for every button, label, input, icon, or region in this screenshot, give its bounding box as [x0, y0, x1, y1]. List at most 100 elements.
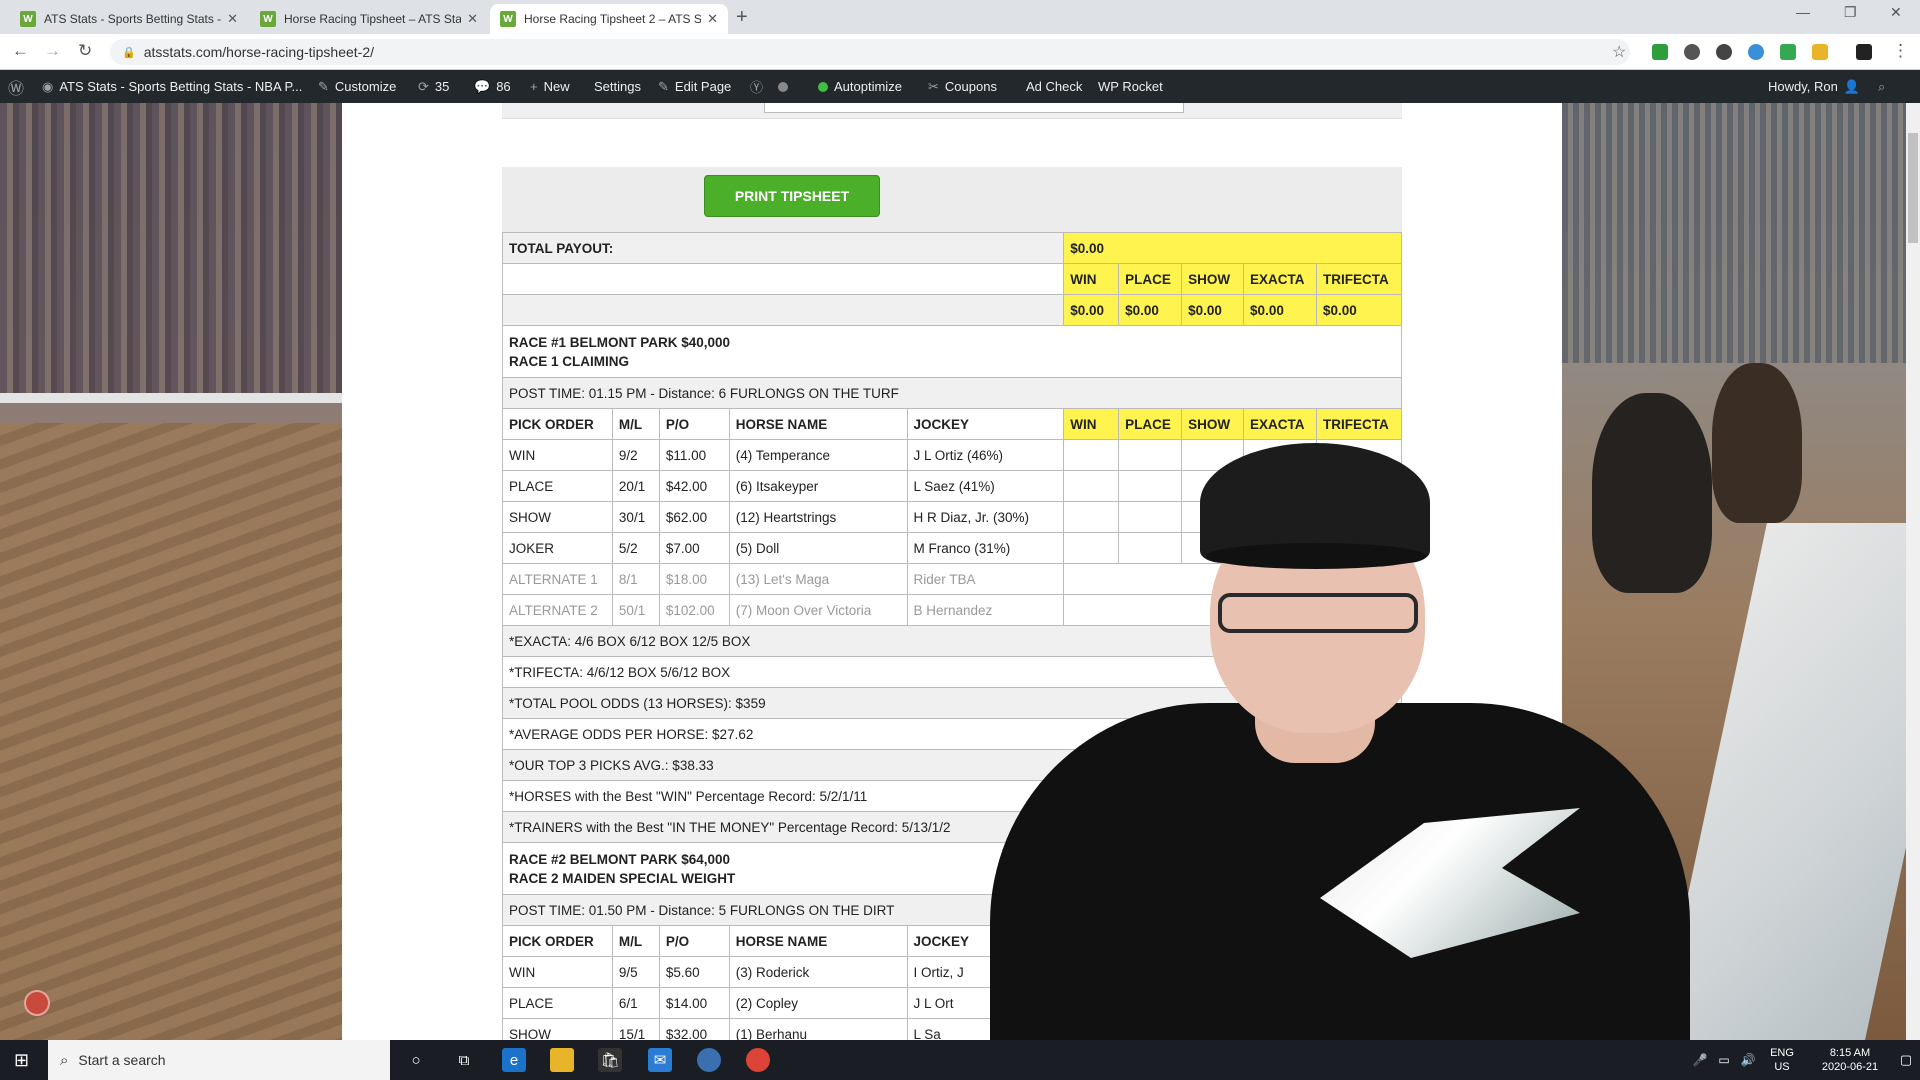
store-icon[interactable]: 🛍: [598, 1048, 622, 1072]
windows-taskbar: ⊞ ⌕ Start a search ○ ⧉ e 🛍 ✉ 🎤 ▭ 🔊 ENG U…: [0, 1040, 1920, 1080]
payout-value: $0.00: [1243, 294, 1317, 326]
start-icon[interactable]: ⊞: [14, 1040, 29, 1080]
site-favicon-icon: W: [20, 11, 36, 27]
column-header: P/O: [658, 925, 730, 957]
race-1-title-row: RACE #1 BELMONT PARK $40,000 RACE 1 CLAI…: [502, 325, 1402, 378]
extension-folder-icon[interactable]: [1812, 44, 1828, 60]
extension-headphones-icon[interactable]: [1684, 44, 1700, 60]
admin-edit-page-link[interactable]: ✎ Edit Page: [658, 70, 731, 103]
new-tab-icon[interactable]: +: [736, 6, 748, 29]
profile-avatar-icon[interactable]: [1856, 44, 1872, 60]
network-icon[interactable]: ▭: [1714, 1040, 1734, 1080]
notifications-icon[interactable]: ▢: [1896, 1040, 1916, 1080]
lock-icon: 🔒: [122, 46, 136, 59]
admin-ad-check-link[interactable]: Ad Check: [1026, 70, 1082, 103]
column-header: M/L: [611, 925, 660, 957]
back-icon[interactable]: ←: [12, 41, 29, 61]
admin-account-link[interactable]: Howdy, Ron 👤: [1768, 70, 1866, 103]
updates-icon: ⟳: [418, 78, 429, 94]
payout-header: SHOW: [1181, 263, 1245, 295]
app-icon[interactable]: [697, 1048, 721, 1072]
race-selector-field[interactable]: [764, 103, 1184, 113]
recording-indicator-icon: [24, 990, 50, 1016]
print-area: [502, 167, 1402, 232]
total-payout-row: TOTAL PAYOUT: $0.00: [501, 232, 1402, 264]
clock[interactable]: 8:15 AM 2020-06-21: [1810, 1040, 1890, 1080]
extension-badge-icon[interactable]: [1780, 44, 1796, 60]
page-viewport: PRINT TIPSHEET TOTAL PAYOUT: $0.00 WIN P…: [0, 103, 1920, 1040]
cortana-icon[interactable]: ○: [404, 1048, 428, 1072]
site-favicon-icon: W: [260, 11, 276, 27]
payout-value: $0.00: [1118, 294, 1183, 326]
payout-header: EXACTA: [1243, 263, 1317, 295]
total-payout-label: TOTAL PAYOUT:: [501, 232, 1065, 264]
payout-values-row: $0.00 $0.00 $0.00 $0.00 $0.00: [501, 294, 1403, 326]
browser-menu-icon[interactable]: ⋮: [1892, 41, 1909, 61]
close-tab-icon[interactable]: ✕: [467, 11, 478, 27]
admin-updates-link[interactable]: ⟳ 35: [418, 70, 449, 103]
admin-autoptimize-link[interactable]: Autoptimize: [818, 70, 902, 103]
tab-title: ATS Stats - Sports Betting Stats -: [44, 12, 222, 26]
payout-value: $0.00: [1181, 294, 1245, 326]
yoast-seo-icon[interactable]: Ⓨ: [750, 70, 769, 103]
column-header: P/O: [658, 408, 730, 440]
close-window-icon[interactable]: ✕: [1890, 4, 1902, 21]
wordpress-logo-icon[interactable]: Ⓦ: [8, 70, 30, 103]
payout-value: $0.00: [1063, 294, 1120, 326]
close-tab-icon[interactable]: ✕: [227, 11, 238, 27]
extension-check-icon[interactable]: [1652, 44, 1668, 60]
plus-icon: +: [530, 79, 538, 94]
restore-icon[interactable]: ❐: [1844, 4, 1857, 21]
search-icon: ⌕: [60, 1051, 69, 1069]
task-view-icon[interactable]: ⧉: [452, 1048, 476, 1072]
admin-search-icon[interactable]: ⌕: [1878, 70, 1891, 103]
address-bar[interactable]: 🔒 atsstats.com/horse-racing-tipsheet-2/: [110, 39, 1630, 65]
background-photo-left: [0, 103, 342, 1040]
comment-icon: 💬: [474, 78, 491, 94]
seo-status-dot-icon[interactable]: [778, 70, 794, 103]
admin-customize-link[interactable]: ✎ Customize: [318, 70, 396, 103]
browser-tab-2[interactable]: W Horse Racing Tipsheet – ATS Stat ✕: [250, 4, 488, 34]
volume-icon[interactable]: 🔊: [1738, 1040, 1758, 1080]
reload-icon[interactable]: ↻: [78, 41, 92, 61]
forward-icon[interactable]: →: [44, 41, 61, 61]
column-header: PICK ORDER: [502, 925, 613, 957]
minimize-icon[interactable]: —: [1796, 4, 1810, 20]
close-tab-icon[interactable]: ✕: [707, 11, 718, 27]
scrollbar-thumb[interactable]: [1908, 133, 1918, 243]
column-header: M/L: [611, 408, 660, 440]
admin-site-link[interactable]: ◉ ATS Stats - Sports Betting Stats - NBA …: [42, 70, 302, 103]
browser-tab-strip: W ATS Stats - Sports Betting Stats - ✕ W…: [0, 0, 1920, 34]
admin-coupons-link[interactable]: ✂ Coupons: [928, 70, 997, 103]
browser-tab-3[interactable]: W Horse Racing Tipsheet 2 – ATS St ✕: [490, 4, 728, 34]
browser-tab-1[interactable]: W ATS Stats - Sports Betting Stats - ✕: [10, 4, 248, 34]
admin-wp-rocket-link[interactable]: WP Rocket: [1098, 70, 1163, 103]
payout-header: TRIFECTA: [1315, 263, 1403, 295]
file-explorer-icon[interactable]: [550, 1048, 574, 1072]
column-header: HORSE NAME: [728, 408, 908, 440]
column-header: HORSE NAME: [728, 925, 908, 957]
admin-new-link[interactable]: + New: [530, 70, 570, 103]
dashboard-icon: ◉: [42, 78, 54, 94]
payout-header: WIN: [1063, 263, 1120, 295]
extension-cloud-icon[interactable]: [1748, 44, 1764, 60]
pencil-icon: ✎: [658, 78, 669, 94]
admin-settings-link[interactable]: Settings: [594, 70, 641, 103]
scissors-icon: ✂: [928, 78, 939, 94]
browser-toolbar: ← → ↻ 🔒 atsstats.com/horse-racing-tipshe…: [0, 34, 1920, 70]
bookmark-star-icon[interactable]: ☆: [1612, 42, 1626, 62]
url-text: atsstats.com/horse-racing-tipsheet-2/: [143, 44, 375, 60]
chrome-icon[interactable]: [746, 1048, 770, 1072]
brush-icon: ✎: [318, 78, 329, 94]
site-favicon-icon: W: [500, 11, 516, 27]
language-indicator[interactable]: ENG US: [1764, 1040, 1800, 1080]
mail-icon[interactable]: ✉: [648, 1048, 672, 1072]
payout-header-row: WIN PLACE SHOW EXACTA TRIFECTA: [501, 263, 1403, 295]
admin-comments-link[interactable]: 💬 86: [474, 70, 511, 103]
page-scrollbar[interactable]: [1906, 103, 1920, 1040]
taskbar-search-input[interactable]: ⌕ Start a search: [48, 1040, 390, 1080]
microphone-icon[interactable]: 🎤: [1690, 1040, 1710, 1080]
print-tipsheet-button[interactable]: PRINT TIPSHEET: [704, 175, 880, 217]
extension-search-icon[interactable]: [1716, 44, 1732, 60]
edge-icon[interactable]: e: [502, 1048, 526, 1072]
